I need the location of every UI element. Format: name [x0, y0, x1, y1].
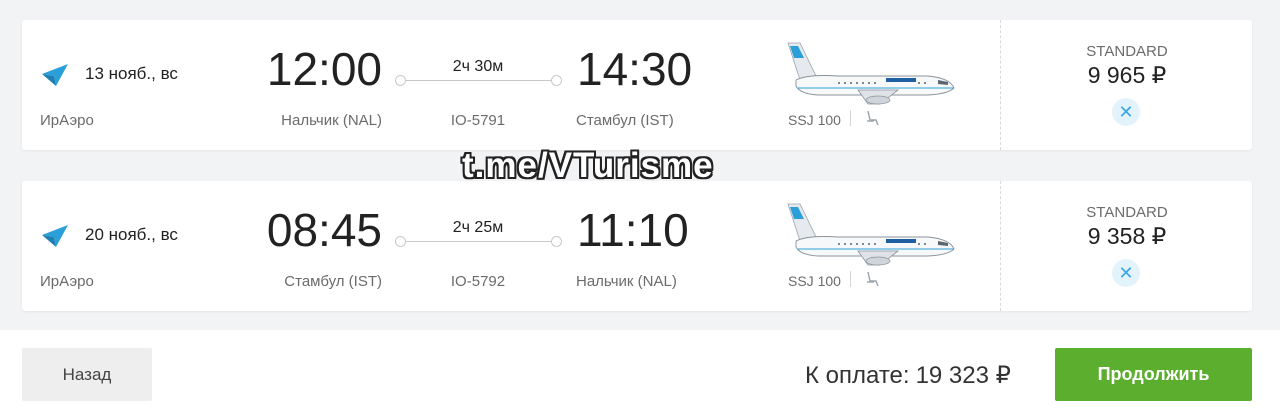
seat-icon: [867, 271, 879, 287]
total-amount: 19 323 ₽: [915, 362, 1011, 389]
flight-price: 9 965 ₽: [1087, 62, 1167, 88]
airline-name: ИрАэро: [40, 112, 94, 129]
footer-bar: Назад К оплате: 19 323 ₽ Продолжить: [0, 330, 1280, 418]
aircraft-model: SSJ 100: [788, 112, 841, 128]
total-payment: К оплате: 19 323 ₽: [805, 361, 1011, 390]
aircraft-model: SSJ 100: [788, 273, 841, 289]
route-line: [403, 241, 555, 242]
card-divider: [1000, 181, 1001, 311]
airline-logo-icon: [42, 64, 68, 86]
airplane-image: [787, 42, 955, 105]
continue-button[interactable]: Продолжить: [1055, 348, 1252, 401]
arrival-airport: Стамбул (IST): [576, 112, 674, 129]
flight-card: 13 нояб., вс ИрАэро 12:00 Нальчик (NAL) …: [22, 20, 1252, 150]
departure-airport: Стамбул (IST): [284, 273, 382, 290]
separator: [850, 271, 851, 287]
fare-class: STANDARD: [1086, 43, 1168, 60]
flight-price: 9 358 ₽: [1087, 223, 1167, 249]
arrival-time: 11:10: [577, 204, 689, 256]
airline-name: ИрАэро: [40, 273, 94, 290]
total-label: К оплате:: [805, 362, 910, 389]
departure-time: 08:45: [266, 204, 382, 256]
route-start-dot: [395, 75, 406, 86]
route-start-dot: [395, 236, 406, 247]
flight-number: IO-5791: [450, 112, 506, 129]
separator: [850, 110, 851, 126]
fare-class: STANDARD: [1086, 204, 1168, 221]
departure-airport: Нальчик (NAL): [281, 112, 382, 129]
flight-date: 13 нояб., вс: [85, 64, 178, 83]
departure-time: 12:00: [266, 43, 382, 95]
route-line: [403, 80, 555, 81]
route-end-dot: [551, 75, 562, 86]
route-end-dot: [551, 236, 562, 247]
close-icon[interactable]: ✕: [1112, 98, 1140, 126]
airline-logo-icon: [42, 225, 68, 247]
flight-duration: 2ч 25м: [452, 219, 504, 236]
airplane-image: [787, 203, 955, 266]
arrival-airport: Нальчик (NAL): [576, 273, 677, 290]
flight-date: 20 нояб., вс: [85, 225, 178, 244]
back-button[interactable]: Назад: [22, 348, 152, 401]
flight-number: IO-5792: [450, 273, 506, 290]
arrival-time: 14:30: [577, 43, 693, 95]
watermark-text: t.me/VTurisme: [462, 146, 714, 185]
card-divider: [1000, 20, 1001, 150]
seat-icon: [867, 110, 879, 126]
flight-duration: 2ч 30м: [452, 58, 504, 75]
close-icon[interactable]: ✕: [1112, 259, 1140, 287]
flight-card: 20 нояб., вс ИрАэро 08:45 Стамбул (IST) …: [22, 181, 1252, 311]
